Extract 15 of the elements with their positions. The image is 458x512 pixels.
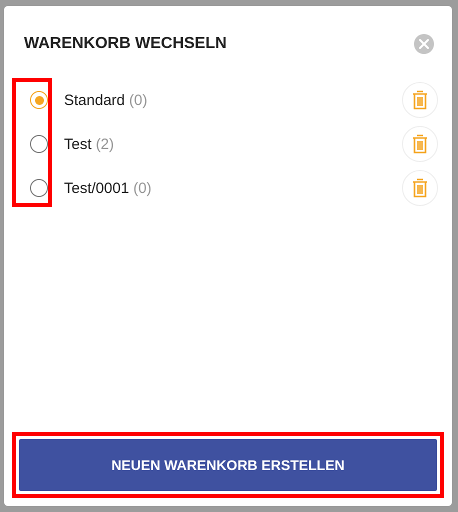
radio-button[interactable] xyxy=(30,135,48,153)
radio-button[interactable] xyxy=(30,91,48,109)
trash-icon xyxy=(412,134,428,154)
delete-button[interactable] xyxy=(402,82,438,118)
trash-icon xyxy=(412,178,428,198)
delete-button[interactable] xyxy=(402,126,438,162)
cart-name[interactable]: Test (2) xyxy=(64,136,402,152)
close-icon[interactable] xyxy=(414,34,434,54)
create-cart-button[interactable]: NEUEN WARENKORB ERSTELLEN xyxy=(19,439,437,491)
cart-name[interactable]: Test/0001 (0) xyxy=(64,180,402,196)
cart-name[interactable]: Standard (0) xyxy=(64,92,402,108)
delete-button[interactable] xyxy=(402,170,438,206)
dialog-title: WARENKORB WECHSELN xyxy=(24,35,227,53)
trash-icon xyxy=(412,90,428,110)
radio-button[interactable] xyxy=(30,179,48,197)
